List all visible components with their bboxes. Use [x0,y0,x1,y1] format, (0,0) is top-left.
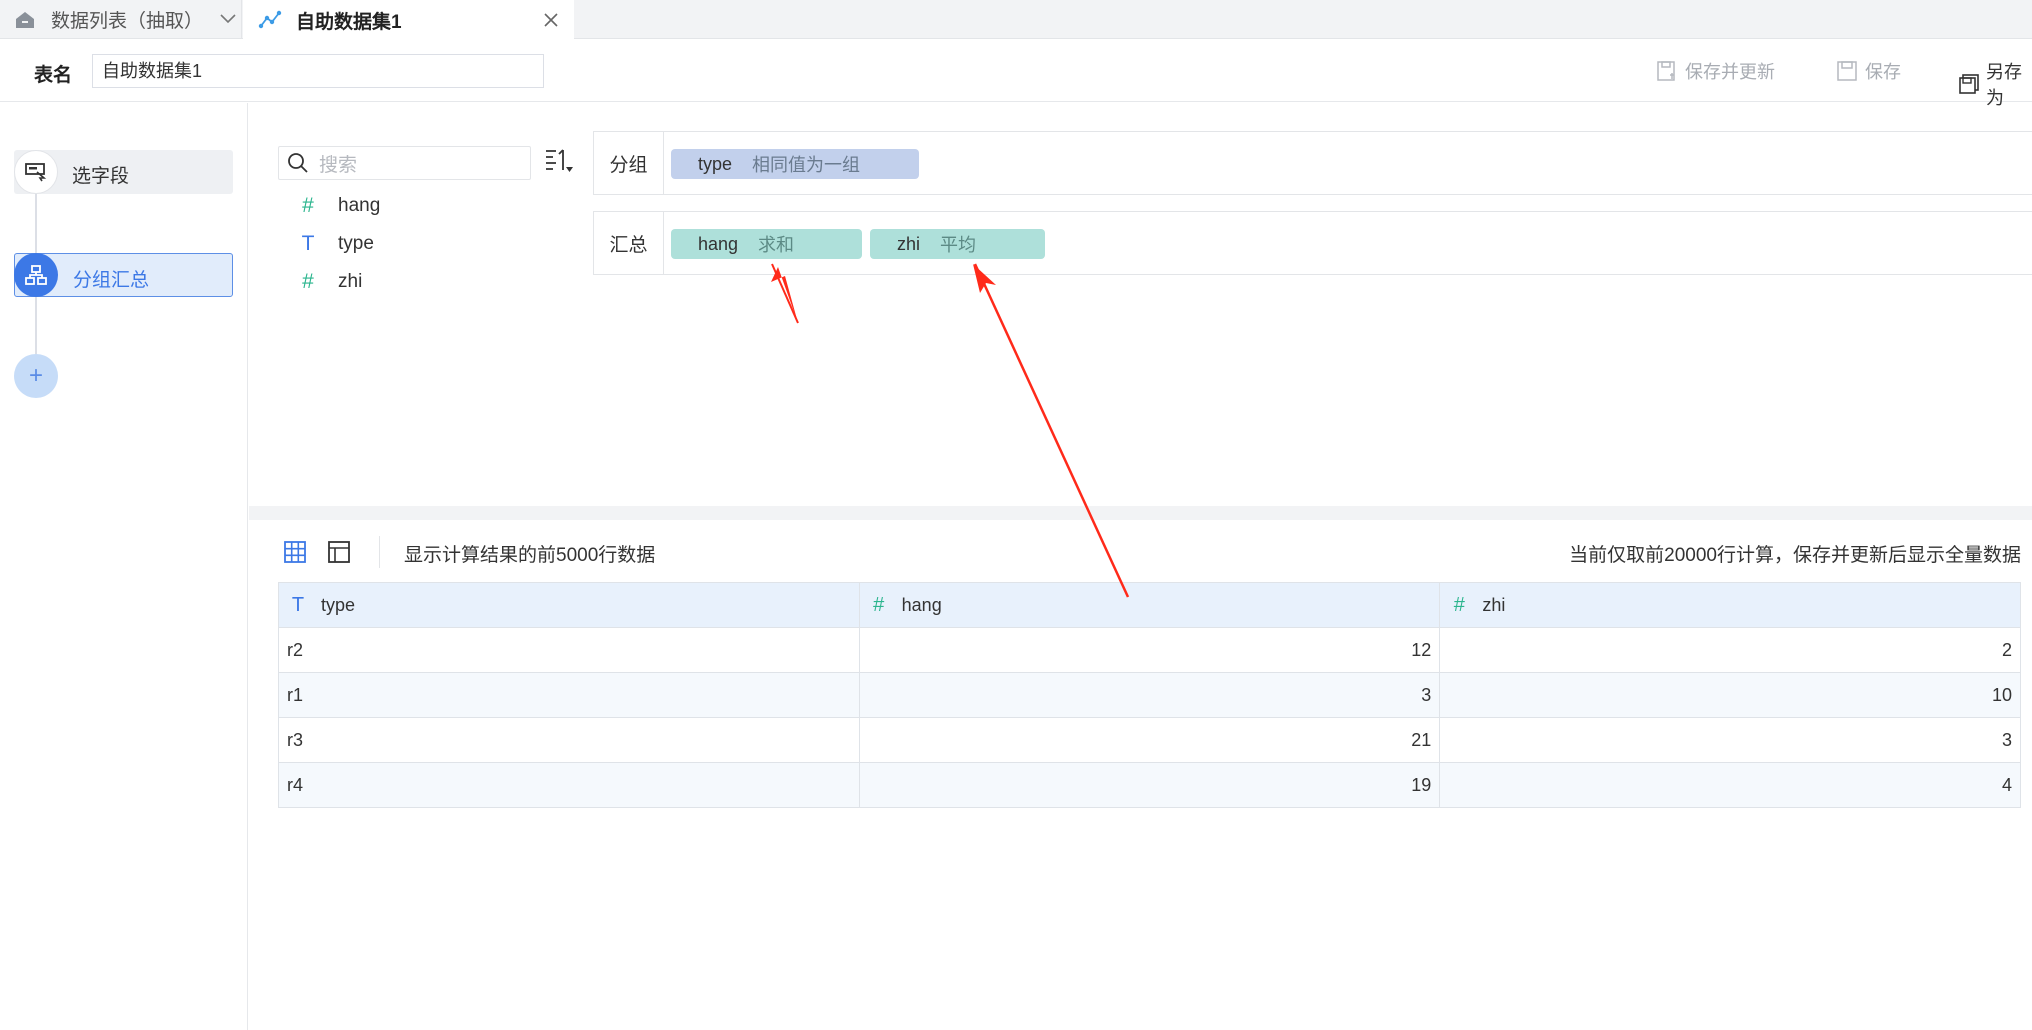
field-name: hang [338,195,381,216]
dataset-icon [257,7,283,33]
table-cell: r1 [278,672,860,718]
step-group-summary[interactable]: 分组汇总 [14,253,233,297]
summary-chip-zhi[interactable]: zhi 平均 [870,229,1045,259]
field-name: zhi [338,271,363,292]
save-as-label: 另存为 [1986,62,2022,108]
step-connector [35,297,37,354]
home-icon [12,7,38,33]
field-item-hang[interactable]: # hang [297,191,380,221]
table-name-input[interactable]: 自助数据集1 [92,54,544,88]
step-connector [35,194,37,253]
column-name: type [321,594,356,615]
preview-note: 当前仅取前20000行计算，保存并更新后显示全量数据 [1569,545,2021,566]
chip-aggregation: 相同值为一组 [752,155,861,175]
column-header-type[interactable]: Ttype [278,582,860,628]
summary-label: 汇总 [594,212,664,274]
table-row: r1 3 10 [278,672,2021,718]
step-label: 分组汇总 [73,270,150,291]
step-select-fields[interactable]: 选字段 [14,150,233,194]
number-type-icon: # [302,270,314,293]
table-cell: 19 [858,762,1441,808]
table-cell: 10 [1439,672,2021,718]
search-icon [285,150,311,176]
search-placeholder: 搜索 [319,154,358,176]
sort-fields-button[interactable] [542,148,576,180]
text-type-icon: T [301,232,315,255]
preview-panel: 显示计算结果的前5000行数据 当前仅取前20000行计算，保存并更新后显示全量… [263,520,2032,1030]
group-label: 分组 [594,132,664,194]
table-cell: r4 [278,762,860,808]
preview-table: Ttype # hang # zhi r2 12 2 r1 3 10 r3 21 3 [278,582,2021,808]
tab-label: 自助数据集1 [296,11,402,33]
number-type-icon: # [873,593,885,616]
table-cell: r3 [278,717,860,763]
save-and-update-button[interactable]: 保存并更新 [1655,58,1775,84]
add-step-button[interactable]: + [14,354,58,398]
tab-dataset[interactable]: 自助数据集1 [243,0,574,40]
chip-aggregation: 平均 [940,235,977,255]
tab-bar: 数据列表（抽取） 自助数据集1 [0,0,2032,40]
sort-icon [544,147,574,181]
column-name: hang [901,594,942,615]
select-field-icon [14,150,58,194]
table-header-row: Ttype # hang # zhi [278,582,2021,628]
table-cell: r2 [278,627,860,673]
table-cell: 12 [858,627,1441,673]
header-bar: 表名 自助数据集1 保存并更新 保存 另存为 [0,40,2032,108]
chip-field-name: type [698,153,733,174]
table-cell: 4 [1439,762,2021,808]
column-name: zhi [1482,594,1506,615]
table-row: r3 21 3 [278,717,2021,763]
table-row: r2 12 2 [278,627,2021,673]
text-type-icon: T [291,593,305,616]
field-item-zhi[interactable]: # zhi [297,267,362,297]
table-cell: 3 [858,672,1441,718]
table-view-icon[interactable] [281,538,309,566]
number-type-icon: # [1453,593,1465,616]
field-item-type[interactable]: T type [297,229,374,259]
save-icon [1835,59,1859,83]
summary-chip-hang[interactable]: hang 求和 [671,229,862,259]
step-label: 选字段 [72,166,130,187]
column-header-zhi[interactable]: # zhi [1439,582,2021,628]
save-as-button[interactable]: 另存为 [1958,58,2032,110]
save-label: 保存 [1865,62,1901,82]
save-button[interactable]: 保存 [1835,58,1901,84]
panel-divider [249,506,2032,520]
column-header-hang[interactable]: # hang [858,582,1441,628]
chevron-down-icon[interactable] [219,9,237,31]
field-name: type [338,233,374,254]
chip-aggregation: 求和 [758,235,795,255]
steps-panel: 选字段 分组汇总 + [0,103,248,1030]
table-cell: 21 [858,717,1441,763]
save-as-icon [1958,72,1980,96]
group-by-box[interactable]: 分组 type 相同值为一组 [593,131,2032,195]
config-panel: 搜索 # hang T type # zhi 分组 type 相同值为一组 汇总… [263,118,2032,506]
preview-info: 显示计算结果的前5000行数据 [404,545,656,566]
group-chip-type[interactable]: type 相同值为一组 [671,149,919,179]
close-icon[interactable] [538,7,564,33]
save-and-update-label: 保存并更新 [1685,62,1775,82]
summary-box[interactable]: 汇总 hang 求和 zhi 平均 [593,211,2032,275]
tab-data-list[interactable]: 数据列表（抽取） [0,0,242,39]
table-name-label: 表名 [34,65,73,86]
save-update-icon [1655,59,1679,83]
table-row: r4 19 4 [278,762,2021,808]
chip-field-name: hang [698,233,739,254]
group-summary-icon [14,253,58,297]
number-type-icon: # [302,194,314,217]
chip-field-name: zhi [897,233,921,254]
tab-label: 数据列表（抽取） [51,11,204,32]
layout-view-icon[interactable] [325,538,353,566]
field-search-input[interactable]: 搜索 [278,146,531,180]
table-cell: 3 [1439,717,2021,763]
table-cell: 2 [1439,627,2021,673]
toolbar-divider [379,536,380,568]
